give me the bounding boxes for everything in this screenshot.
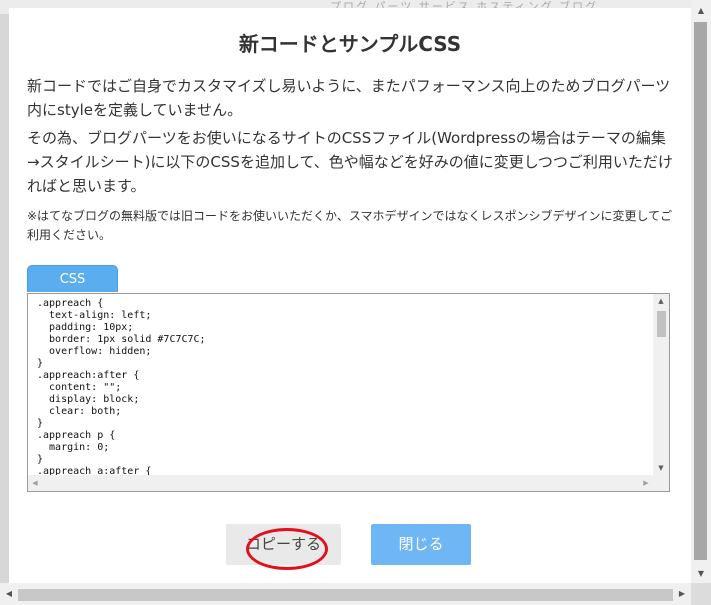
dialog-paragraph-2: その為、ブログパーツをお使いになるサイトのCSSファイル(Wordpressの場… [27, 129, 673, 195]
close-button[interactable]: 閉じる [371, 524, 471, 565]
css-code-box[interactable]: .appreach { text-align: left; padding: 1… [27, 293, 670, 492]
code-vertical-scroll-thumb[interactable] [657, 311, 666, 337]
page-vertical-scrollbar[interactable]: ▲ ▼ [691, 0, 711, 583]
triangle-left-icon[interactable]: ◀ [0, 583, 18, 605]
page-scroll-corner [691, 583, 711, 605]
page-horizontal-scroll-thumb[interactable] [18, 589, 673, 601]
triangle-left-icon[interactable]: ◀ [28, 475, 42, 491]
dialog-paragraph-1: 新コードではご自身でカスタマイズし易いように、またパフォーマンス向上のためブログ… [27, 77, 671, 119]
css-dialog: 新コードとサンプルCSS 新コードではご自身でカスタマイズし易いように、またパフ… [9, 8, 691, 584]
page-horizontal-scrollbar[interactable]: ◀ ▶ [0, 583, 691, 605]
triangle-right-icon[interactable]: ▶ [639, 475, 653, 491]
triangle-up-icon[interactable]: ▲ [691, 2, 711, 20]
triangle-down-icon[interactable]: ▼ [653, 461, 669, 475]
triangle-down-icon[interactable]: ▼ [691, 565, 711, 583]
code-vertical-scrollbar[interactable]: ▲ ▼ [653, 294, 669, 475]
dialog-title: 新コードとサンプルCSS [238, 32, 462, 56]
triangle-right-icon[interactable]: ▶ [673, 583, 691, 605]
triangle-up-icon[interactable]: ▲ [653, 294, 669, 308]
dialog-note: ※はてなブログの無料版では旧コードをお使いいただくか、スマホデザインではなくレス… [27, 209, 673, 242]
copy-button[interactable]: コピーする [226, 524, 341, 565]
css-code-text[interactable]: .appreach { text-align: left; padding: 1… [28, 294, 651, 475]
code-scroll-corner [653, 475, 669, 491]
tab-css[interactable]: CSS [27, 265, 118, 292]
code-horizontal-scrollbar[interactable]: ◀ ▶ [28, 475, 653, 491]
page-vertical-scroll-thumb[interactable] [694, 22, 707, 560]
